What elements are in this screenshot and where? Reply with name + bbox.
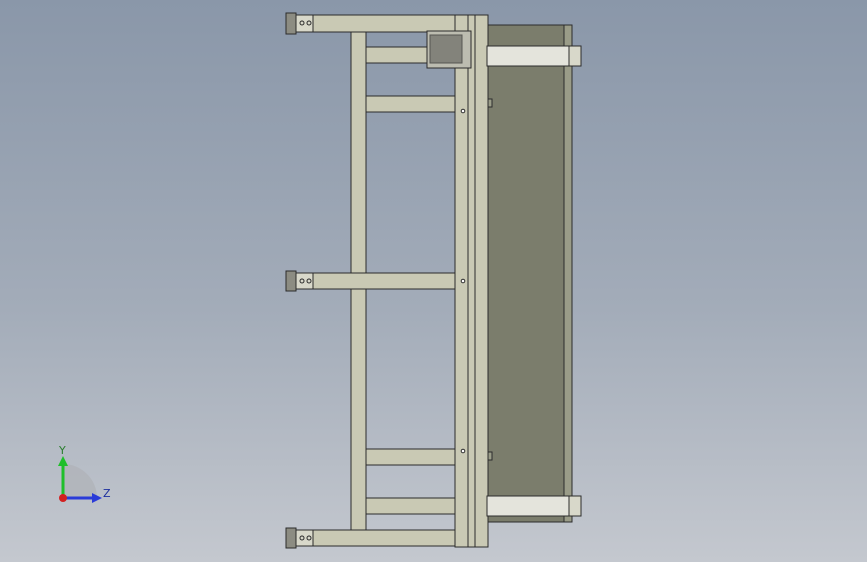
pulley-plate-bottom: [486, 495, 570, 517]
conveyor-frame-model: [285, 12, 582, 549]
foot-top: [285, 12, 314, 35]
top-crossbar: [312, 14, 456, 33]
crossbar-c: [365, 448, 456, 466]
main-beam-right: [474, 14, 489, 548]
axis-triad: Y Z: [58, 444, 111, 503]
bottom-crossbar: [312, 529, 456, 547]
z-axis-label: Z: [103, 487, 111, 500]
middle-crossbar: [312, 272, 456, 290]
drive-vent-grille: [429, 34, 463, 64]
foot-middle: [285, 270, 314, 292]
foot-bottom: [285, 527, 314, 549]
y-axis-label: Y: [58, 444, 66, 457]
triad-arc: [63, 464, 97, 498]
crossbar-a: [365, 46, 429, 64]
crossbar-d: [365, 497, 456, 515]
pulley-plate-top: [486, 45, 570, 67]
belt-side-rail: [563, 24, 573, 523]
cad-model-viewport[interactable]: [0, 0, 867, 562]
conveyor-belt: [486, 24, 572, 523]
crossbar-b: [365, 95, 456, 113]
